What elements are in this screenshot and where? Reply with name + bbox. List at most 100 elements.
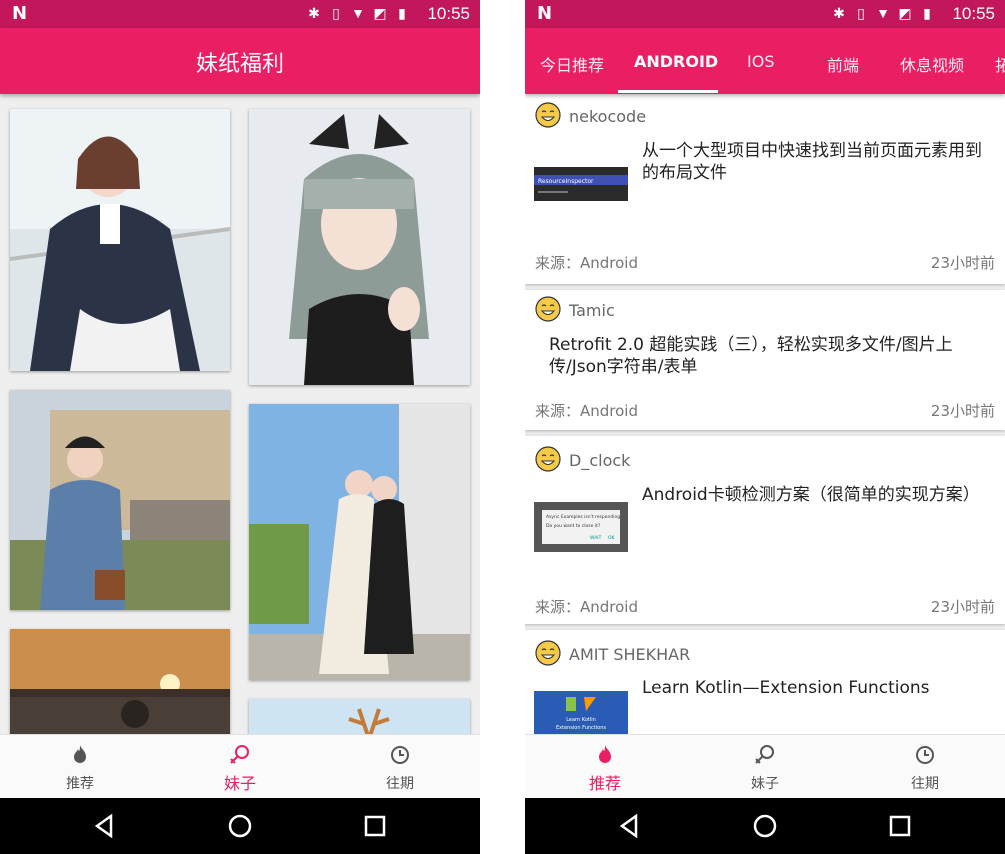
article-feed[interactable]: nekocode ResourceInspector 从一个大型项目中快速找到当… [525, 94, 1005, 734]
system-nav-bar [525, 798, 1005, 854]
nav-history[interactable]: 往期 [845, 735, 1005, 799]
nav-girls[interactable]: 妹子 [685, 735, 845, 799]
article-time: 23小时前 [930, 254, 995, 272]
no-sim-icon: ◩ [898, 5, 912, 21]
article-title: 从一个大型项目中快速找到当前页面元素用到的布局文件 [642, 141, 982, 183]
article-source: 来源：Android [535, 254, 638, 272]
bottom-navigation: 推荐 妹子 往期 [525, 734, 1005, 798]
tab-today[interactable]: 今日推荐 [540, 52, 604, 76]
kotlin-thumbnail: Learn Kotlin Extension Functions [534, 691, 628, 734]
wifi-icon: ▼ [876, 5, 890, 21]
article-source: 来源：Android [535, 598, 638, 616]
girl-photo-4 [249, 404, 470, 680]
nav-recommend[interactable]: 推荐 [525, 735, 685, 799]
status-icons: ✱ ▯ ▼ ◩ ▮ [306, 5, 410, 21]
smiley-avatar-icon [535, 102, 561, 128]
thumb-caption: WAIT [590, 535, 602, 541]
smiley-avatar-icon [535, 446, 561, 472]
photo-card[interactable] [10, 629, 230, 734]
article-source: 来源：Android [535, 402, 638, 420]
thumb-caption: Async Examples isn't responding. [546, 514, 622, 520]
article-card[interactable]: D_clock Async Examples isn't responding.… [525, 436, 1005, 624]
system-nav-bar [0, 798, 480, 854]
left-screen: N ✱ ▯ ▼ ◩ ▮ 10:55 妹纸福利 推荐 妹子 往期 [0, 0, 480, 854]
smiley-avatar-icon [535, 640, 561, 666]
tab-ios[interactable]: IOS [747, 52, 774, 71]
vibrate-icon: ▯ [857, 5, 865, 21]
no-sim-icon: ◩ [373, 5, 387, 21]
back-icon[interactable] [91, 812, 119, 840]
article-author: AMIT SHEKHAR [569, 645, 691, 664]
article-author: Tamic [569, 301, 615, 320]
status-bar: N ✱ ▯ ▼ ◩ ▮ 10:55 [0, 0, 480, 28]
back-icon[interactable] [616, 812, 644, 840]
article-card[interactable]: AMIT SHEKHAR Learn Kotlin Extension Func… [525, 630, 1005, 734]
page-title: 妹纸福利 [195, 52, 284, 77]
status-time: 10:55 [427, 4, 470, 23]
resource-inspector-thumbnail: ResourceInspector [534, 167, 628, 201]
flame-icon [599, 745, 611, 763]
photo-card[interactable] [10, 109, 230, 371]
photo-grid[interactable] [0, 94, 480, 734]
home-icon[interactable] [226, 812, 254, 840]
nav-recommend[interactable]: 推荐 [0, 735, 160, 799]
thumb-caption: Learn Kotlin [566, 717, 596, 723]
notification-logo: N [12, 3, 28, 24]
girl-photo-3 [10, 390, 230, 610]
article-author: nekocode [569, 107, 647, 126]
nav-label: 妹子 [751, 776, 779, 792]
antler-photo [249, 699, 470, 734]
article-title: Learn Kotlin—Extension Functions [642, 678, 930, 698]
sunset-photo [10, 629, 230, 734]
category-tabs: 今日推荐 ANDROID IOS 前端 休息视频 拓 [525, 28, 1005, 94]
article-title: Retrofit 2.0 超能实践（三），轻松实现多文件/图片上传/Json字符… [549, 335, 953, 377]
girl-photo-1 [10, 109, 230, 371]
nav-history[interactable]: 往期 [320, 735, 480, 799]
tab-videos[interactable]: 休息视频 [900, 52, 964, 76]
article-time: 23小时前 [930, 598, 995, 616]
nav-label: 推荐 [66, 776, 94, 792]
tab-indicator [618, 90, 718, 93]
nav-label: 往期 [386, 776, 414, 792]
clock-icon [916, 746, 934, 764]
notification-logo: N [537, 3, 553, 24]
status-time: 10:55 [952, 4, 995, 23]
nav-label: 妹子 [223, 774, 256, 793]
status-bar: N ✱ ▯ ▼ ◩ ▮ 10:55 [525, 0, 1005, 28]
female-icon [755, 745, 774, 764]
bluetooth-icon: ✱ [833, 5, 845, 21]
article-time: 23小时前 [930, 402, 995, 420]
vibrate-icon: ▯ [332, 5, 340, 21]
thumb-caption: OK [608, 535, 616, 541]
nav-girls[interactable]: 妹子 [160, 735, 320, 799]
tab-more[interactable]: 拓 [995, 52, 1005, 76]
app-bar: 妹纸福利 [0, 28, 480, 94]
right-screen: N ✱ ▯ ▼ ◩ ▮ 10:55 今日推荐 ANDROID IOS 前端 休息… [525, 0, 1005, 854]
photo-card[interactable] [10, 390, 230, 610]
clock-icon [391, 746, 409, 764]
smiley-avatar-icon [535, 296, 561, 322]
thumb-caption: ResourceInspector [538, 178, 594, 185]
tab-frontend[interactable]: 前端 [827, 52, 859, 76]
app-bar: 今日推荐 ANDROID IOS 前端 休息视频 拓 [525, 28, 1005, 94]
status-icons: ✱ ▯ ▼ ◩ ▮ [831, 5, 935, 21]
battery-icon: ▮ [923, 5, 931, 21]
anr-dialog-thumbnail: Async Examples isn't responding. Do you … [534, 502, 628, 552]
photo-card[interactable] [249, 699, 470, 734]
bluetooth-icon: ✱ [308, 5, 320, 21]
article-card[interactable]: Tamic Retrofit 2.0 超能实践（三），轻松实现多文件/图片上传/… [525, 290, 1005, 430]
girl-photo-2 [249, 109, 470, 385]
nav-label: 往期 [911, 776, 939, 792]
recents-icon[interactable] [361, 812, 389, 840]
female-icon [230, 745, 249, 764]
home-icon[interactable] [751, 812, 779, 840]
recents-icon[interactable] [886, 812, 914, 840]
photo-card[interactable] [249, 404, 470, 680]
article-card[interactable]: nekocode ResourceInspector 从一个大型项目中快速找到当… [525, 94, 1005, 284]
article-title: Android卡顿检测方案（很简单的实现方案） [642, 485, 980, 505]
wifi-icon: ▼ [351, 5, 365, 21]
photo-card[interactable] [249, 109, 470, 385]
battery-icon: ▮ [398, 5, 406, 21]
nav-label: 推荐 [588, 774, 621, 793]
tab-android[interactable]: ANDROID [634, 52, 718, 71]
